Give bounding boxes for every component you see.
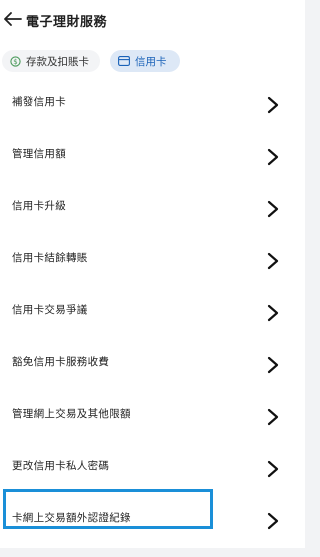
tab-label: 存款及扣賬卡 [26, 55, 89, 68]
list-item-label: 信用卡升級 [12, 200, 66, 212]
list-item-transaction-dispute[interactable]: 信用卡交易爭議 [0, 288, 305, 340]
back-arrow-icon[interactable] [2, 8, 24, 30]
chevron-right-icon [266, 200, 280, 218]
list-item-credit-limit[interactable]: 管理信用額 [0, 132, 305, 184]
list-item-label: 信用卡結餘轉賬 [12, 252, 88, 264]
list-item-label: 管理網上交易及其他限額 [12, 408, 131, 420]
chevron-right-icon [266, 304, 280, 322]
list-item-label: 補發信用卡 [12, 96, 66, 108]
list-item-label: 豁免信用卡服務收費 [12, 356, 110, 368]
chevron-right-icon [266, 148, 280, 166]
list-item-fee-waiver[interactable]: 豁免信用卡服務收費 [0, 340, 305, 392]
list-item-label: 管理信用額 [12, 148, 66, 160]
chevron-right-icon [266, 408, 280, 426]
tab-deposit-debit-card[interactable]: $ 存款及扣賬卡 [2, 50, 100, 72]
list-item-label: 更改信用卡私人密碼 [12, 460, 110, 472]
list-item-replace-card[interactable]: 補發信用卡 [0, 80, 305, 132]
svg-text:$: $ [13, 58, 17, 66]
tab-label: 信用卡 [135, 55, 167, 68]
chevron-right-icon [266, 96, 280, 114]
list-item-online-limits[interactable]: 管理網上交易及其他限額 [0, 392, 305, 444]
list-item-card-upgrade[interactable]: 信用卡升級 [0, 184, 305, 236]
tab-credit-card[interactable]: 信用卡 [110, 50, 180, 72]
list-item-balance-transfer[interactable]: 信用卡結餘轉賬 [0, 236, 305, 288]
chevron-right-icon [266, 512, 280, 530]
chevron-right-icon [266, 252, 280, 270]
list-item-label: 信用卡交易爭議 [12, 304, 88, 316]
app-header: 電子理財服務 [0, 0, 305, 44]
chevron-right-icon [266, 356, 280, 374]
category-tabs: $ 存款及扣賬卡 信用卡 [0, 44, 305, 80]
dollar-circle-icon: $ [10, 55, 21, 67]
chevron-right-icon [266, 460, 280, 478]
page-title: 電子理財服務 [26, 15, 108, 30]
highlight-box [3, 489, 213, 529]
card-icon [118, 56, 130, 66]
